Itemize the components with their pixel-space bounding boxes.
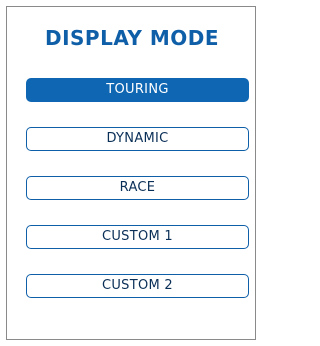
- display-mode-panel: DISPLAY MODE TOURING DYNAMIC RACE CUSTOM…: [6, 6, 256, 340]
- panel-title: DISPLAY MODE: [44, 26, 220, 50]
- mode-button-dynamic[interactable]: DYNAMIC: [26, 127, 249, 151]
- mode-button-custom-1[interactable]: CUSTOM 1: [26, 225, 249, 249]
- mode-button-label: RACE: [119, 180, 156, 195]
- mode-button-label: CUSTOM 1: [101, 229, 174, 244]
- mode-button-touring[interactable]: TOURING: [26, 78, 249, 102]
- mode-button-label: DYNAMIC: [106, 131, 169, 146]
- mode-button-race[interactable]: RACE: [26, 176, 249, 200]
- mode-button-custom-2[interactable]: CUSTOM 2: [26, 274, 249, 298]
- mode-button-label: CUSTOM 2: [101, 278, 174, 293]
- mode-button-label: TOURING: [106, 82, 169, 97]
- mode-list: TOURING DYNAMIC RACE CUSTOM 1 CUSTOM 2: [26, 78, 249, 323]
